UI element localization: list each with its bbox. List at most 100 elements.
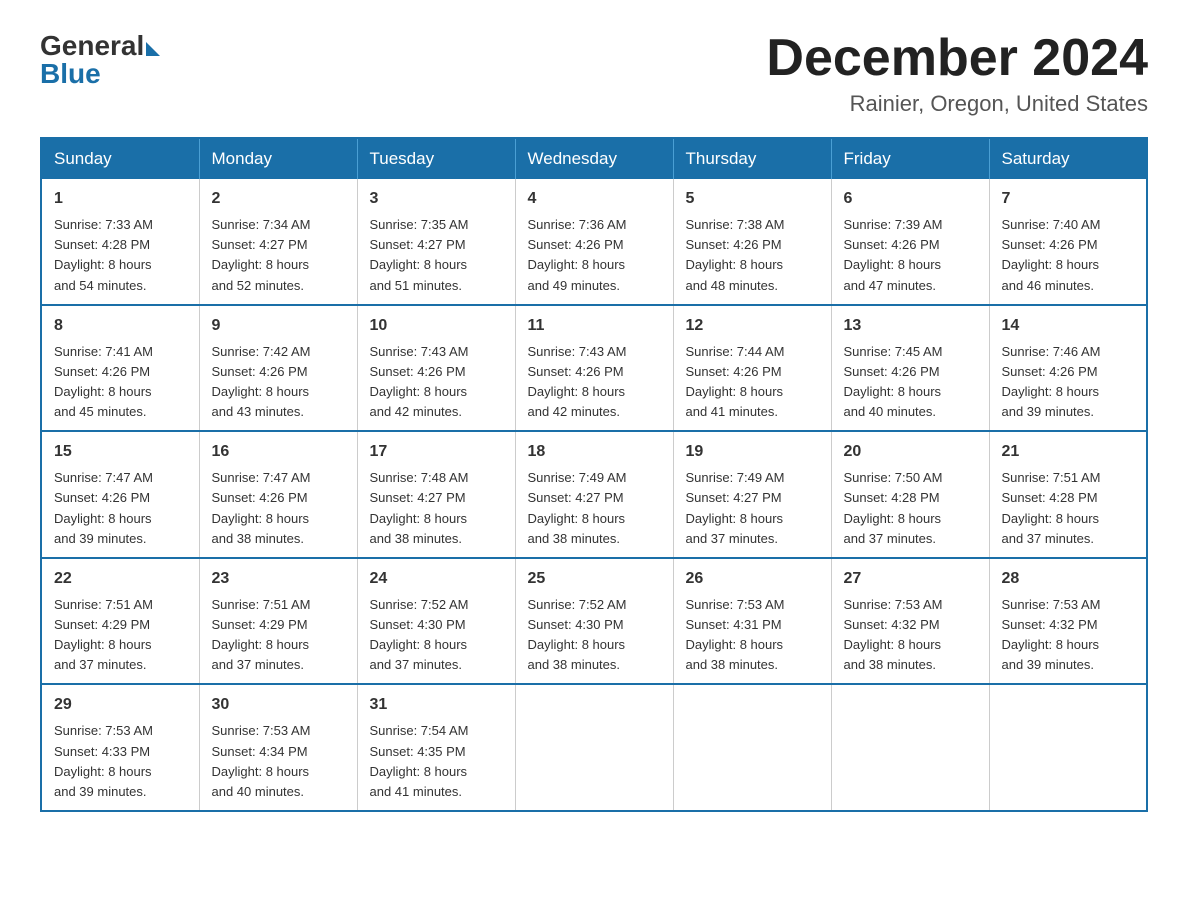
calendar-week-row: 8 Sunrise: 7:41 AMSunset: 4:26 PMDaylight…: [41, 305, 1147, 432]
day-number: 6: [844, 187, 977, 211]
day-info: Sunrise: 7:44 AMSunset: 4:26 PMDaylight:…: [686, 342, 819, 423]
day-number: 10: [370, 314, 503, 338]
table-row: 24Sunrise: 7:52 AMSunset: 4:30 PMDayligh…: [357, 558, 515, 685]
day-number: 11: [528, 314, 661, 338]
table-row: 10 Sunrise: 7:43 AMSunset: 4:26 PMDayligh…: [357, 305, 515, 432]
table-row: 6 Sunrise: 7:39 AMSunset: 4:26 PMDaylight…: [831, 179, 989, 305]
calendar-week-row: 1Sunrise: 7:33 AMSunset: 4:28 PMDaylight…: [41, 179, 1147, 305]
day-number: 18: [528, 440, 661, 464]
day-number: 17: [370, 440, 503, 464]
day-info: Sunrise: 7:50 AMSunset: 4:28 PMDaylight:…: [844, 468, 977, 549]
table-row: 17Sunrise: 7:48 AMSunset: 4:27 PMDayligh…: [357, 431, 515, 558]
table-row: 25Sunrise: 7:52 AMSunset: 4:30 PMDayligh…: [515, 558, 673, 685]
day-number: 29: [54, 693, 187, 717]
table-row: 5 Sunrise: 7:38 AMSunset: 4:26 PMDaylight…: [673, 179, 831, 305]
col-sunday: Sunday: [41, 138, 199, 179]
day-number: 24: [370, 567, 503, 591]
logo: General Blue: [40, 30, 160, 90]
calendar-table: Sunday Monday Tuesday Wednesday Thursday…: [40, 137, 1148, 812]
col-thursday: Thursday: [673, 138, 831, 179]
day-info: Sunrise: 7:43 AMSunset: 4:26 PMDaylight:…: [528, 342, 661, 423]
day-info: Sunrise: 7:53 AMSunset: 4:33 PMDaylight:…: [54, 721, 187, 802]
table-row: 29 Sunrise: 7:53 AMSunset: 4:33 PMDayligh…: [41, 684, 199, 811]
day-info: Sunrise: 7:42 AMSunset: 4:26 PMDaylight:…: [212, 342, 345, 423]
day-info: Sunrise: 7:53 AMSunset: 4:31 PMDaylight:…: [686, 595, 819, 676]
day-info: Sunrise: 7:41 AMSunset: 4:26 PMDaylight:…: [54, 342, 187, 423]
col-wednesday: Wednesday: [515, 138, 673, 179]
table-row: [673, 684, 831, 811]
table-row: 26 Sunrise: 7:53 AMSunset: 4:31 PMDayligh…: [673, 558, 831, 685]
table-row: 28 Sunrise: 7:53 AMSunset: 4:32 PMDayligh…: [989, 558, 1147, 685]
logo-arrow-icon: [146, 42, 160, 56]
day-info: Sunrise: 7:36 AMSunset: 4:26 PMDaylight:…: [528, 215, 661, 296]
table-row: 9Sunrise: 7:42 AMSunset: 4:26 PMDaylight…: [199, 305, 357, 432]
day-number: 20: [844, 440, 977, 464]
day-number: 31: [370, 693, 503, 717]
day-number: 28: [1002, 567, 1135, 591]
day-number: 23: [212, 567, 345, 591]
table-row: 11 Sunrise: 7:43 AMSunset: 4:26 PMDayligh…: [515, 305, 673, 432]
table-row: 20 Sunrise: 7:50 AMSunset: 4:28 PMDayligh…: [831, 431, 989, 558]
table-row: 19 Sunrise: 7:49 AMSunset: 4:27 PMDayligh…: [673, 431, 831, 558]
day-number: 16: [212, 440, 345, 464]
day-info: Sunrise: 7:40 AMSunset: 4:26 PMDaylight:…: [1002, 215, 1135, 296]
table-row: 7 Sunrise: 7:40 AMSunset: 4:26 PMDaylight…: [989, 179, 1147, 305]
day-number: 1: [54, 187, 187, 211]
calendar-week-row: 15 Sunrise: 7:47 AMSunset: 4:26 PMDayligh…: [41, 431, 1147, 558]
table-row: 27Sunrise: 7:53 AMSunset: 4:32 PMDayligh…: [831, 558, 989, 685]
day-info: Sunrise: 7:49 AMSunset: 4:27 PMDaylight:…: [528, 468, 661, 549]
table-row: 2Sunrise: 7:34 AMSunset: 4:27 PMDaylight…: [199, 179, 357, 305]
day-info: Sunrise: 7:45 AMSunset: 4:26 PMDaylight:…: [844, 342, 977, 423]
table-row: 4Sunrise: 7:36 AMSunset: 4:26 PMDaylight…: [515, 179, 673, 305]
day-info: Sunrise: 7:54 AMSunset: 4:35 PMDaylight:…: [370, 721, 503, 802]
col-tuesday: Tuesday: [357, 138, 515, 179]
day-info: Sunrise: 7:39 AMSunset: 4:26 PMDaylight:…: [844, 215, 977, 296]
table-row: 14 Sunrise: 7:46 AMSunset: 4:26 PMDayligh…: [989, 305, 1147, 432]
day-number: 15: [54, 440, 187, 464]
day-number: 7: [1002, 187, 1135, 211]
day-info: Sunrise: 7:53 AMSunset: 4:34 PMDaylight:…: [212, 721, 345, 802]
day-info: Sunrise: 7:38 AMSunset: 4:26 PMDaylight:…: [686, 215, 819, 296]
title-area: December 2024 Rainier, Oregon, United St…: [766, 30, 1148, 117]
day-info: Sunrise: 7:53 AMSunset: 4:32 PMDaylight:…: [1002, 595, 1135, 676]
day-number: 22: [54, 567, 187, 591]
day-number: 13: [844, 314, 977, 338]
table-row: 13 Sunrise: 7:45 AMSunset: 4:26 PMDayligh…: [831, 305, 989, 432]
table-row: 1Sunrise: 7:33 AMSunset: 4:28 PMDaylight…: [41, 179, 199, 305]
logo-blue-text: Blue: [40, 58, 101, 90]
header-row: Sunday Monday Tuesday Wednesday Thursday…: [41, 138, 1147, 179]
day-number: 8: [54, 314, 187, 338]
table-row: 18 Sunrise: 7:49 AMSunset: 4:27 PMDayligh…: [515, 431, 673, 558]
day-info: Sunrise: 7:46 AMSunset: 4:26 PMDaylight:…: [1002, 342, 1135, 423]
day-info: Sunrise: 7:43 AMSunset: 4:26 PMDaylight:…: [370, 342, 503, 423]
day-number: 12: [686, 314, 819, 338]
day-number: 30: [212, 693, 345, 717]
table-row: 22 Sunrise: 7:51 AMSunset: 4:29 PMDayligh…: [41, 558, 199, 685]
table-row: 3 Sunrise: 7:35 AMSunset: 4:27 PMDaylight…: [357, 179, 515, 305]
table-row: 23 Sunrise: 7:51 AMSunset: 4:29 PMDayligh…: [199, 558, 357, 685]
month-title: December 2024: [766, 30, 1148, 87]
calendar-week-row: 29 Sunrise: 7:53 AMSunset: 4:33 PMDayligh…: [41, 684, 1147, 811]
table-row: [515, 684, 673, 811]
day-info: Sunrise: 7:47 AMSunset: 4:26 PMDaylight:…: [54, 468, 187, 549]
day-info: Sunrise: 7:34 AMSunset: 4:27 PMDaylight:…: [212, 215, 345, 296]
table-row: 8 Sunrise: 7:41 AMSunset: 4:26 PMDaylight…: [41, 305, 199, 432]
day-number: 27: [844, 567, 977, 591]
day-info: Sunrise: 7:35 AMSunset: 4:27 PMDaylight:…: [370, 215, 503, 296]
table-row: [989, 684, 1147, 811]
day-number: 14: [1002, 314, 1135, 338]
day-info: Sunrise: 7:51 AMSunset: 4:29 PMDaylight:…: [212, 595, 345, 676]
day-number: 5: [686, 187, 819, 211]
day-number: 26: [686, 567, 819, 591]
day-info: Sunrise: 7:51 AMSunset: 4:29 PMDaylight:…: [54, 595, 187, 676]
day-info: Sunrise: 7:49 AMSunset: 4:27 PMDaylight:…: [686, 468, 819, 549]
header: General Blue December 2024 Rainier, Oreg…: [40, 30, 1148, 117]
day-number: 3: [370, 187, 503, 211]
day-number: 21: [1002, 440, 1135, 464]
calendar-week-row: 22 Sunrise: 7:51 AMSunset: 4:29 PMDayligh…: [41, 558, 1147, 685]
day-info: Sunrise: 7:51 AMSunset: 4:28 PMDaylight:…: [1002, 468, 1135, 549]
day-number: 19: [686, 440, 819, 464]
table-row: [831, 684, 989, 811]
table-row: 16Sunrise: 7:47 AMSunset: 4:26 PMDayligh…: [199, 431, 357, 558]
col-friday: Friday: [831, 138, 989, 179]
